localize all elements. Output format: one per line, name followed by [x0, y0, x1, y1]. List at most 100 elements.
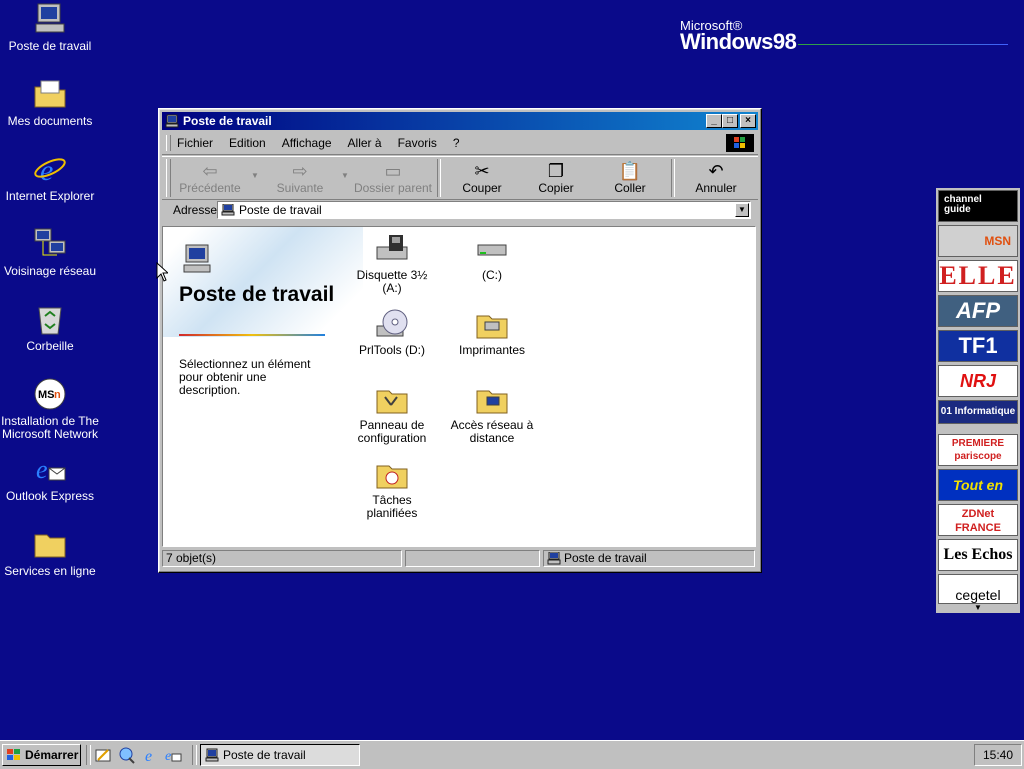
- item-dialup-networking[interactable]: Accès réseau à distance: [447, 383, 537, 445]
- channel-tout-en-ville[interactable]: Tout en ville: [938, 469, 1018, 501]
- desktop-icon-msn-setup[interactable]: MS n Installation de The Microsoft Networ…: [0, 377, 100, 441]
- menu-file[interactable]: Fichier: [177, 136, 213, 150]
- desktop-icon-network[interactable]: Voisinage réseau: [0, 227, 100, 278]
- task-button-label: Poste de travail: [223, 748, 306, 762]
- window-title: Poste de travail: [183, 114, 272, 128]
- minimize-button[interactable]: _: [706, 114, 722, 128]
- paste-button[interactable]: 📋 Coller: [593, 157, 667, 199]
- maximize-button[interactable]: □: [722, 114, 738, 128]
- undo-button[interactable]: ↶ Annuler: [679, 157, 753, 199]
- logo-line: [798, 44, 1008, 45]
- back-dropdown[interactable]: ▼: [247, 157, 263, 199]
- webview-title: Poste de travail: [179, 283, 335, 306]
- start-label: Démarrer: [25, 748, 79, 762]
- svg-text:n: n: [54, 389, 61, 401]
- menu-help[interactable]: ?: [453, 136, 460, 150]
- clock[interactable]: 15:40: [983, 748, 1013, 762]
- channel-les-echos[interactable]: Les Echos: [938, 539, 1018, 571]
- channel-label: TF1: [958, 333, 998, 358]
- menu-go[interactable]: Aller à: [348, 136, 382, 150]
- desktop-icon-label: Mes documents: [7, 114, 93, 128]
- desktop-icon-label: Installation de The Microsoft Network: [1, 414, 99, 441]
- item-cd-drive[interactable]: PrlTools (D:): [347, 308, 437, 357]
- undo-icon: ↶: [708, 161, 724, 181]
- forward-button[interactable]: ⇨ Suivante: [263, 157, 337, 199]
- toolbar-separator: [437, 159, 441, 197]
- start-button[interactable]: Démarrer: [2, 744, 81, 766]
- outlook-express-icon[interactable]: e: [164, 746, 182, 764]
- explorer-window[interactable]: Poste de travail _ □ × Fichier Edition A…: [158, 108, 762, 573]
- webview-description: Sélectionnez un élément pour obtenir une…: [179, 357, 311, 397]
- channel-cegetel[interactable]: cegetel: [938, 574, 1018, 604]
- floppy-drive-icon: [375, 233, 409, 265]
- channel-label: 01 Informatique: [940, 406, 1016, 417]
- desktop-icon-online-services[interactable]: Services en ligne: [0, 527, 100, 578]
- channel-bar: channel guide MSN ELLE AFP TF1 NRJ 01 In…: [936, 188, 1020, 613]
- item-floppy-drive[interactable]: Disquette 3½ (A:): [347, 233, 437, 295]
- address-bar: Adresse Poste de travail ▼: [162, 199, 758, 221]
- item-label: Tâches planifiées: [366, 493, 418, 520]
- status-location-label: Poste de travail: [564, 551, 647, 565]
- windows-flag-icon: [6, 748, 22, 762]
- show-desktop-icon[interactable]: [94, 746, 112, 764]
- channel-elle[interactable]: ELLE: [938, 260, 1018, 292]
- msn-icon: MS n: [33, 377, 67, 411]
- channel-msn[interactable]: MSN: [938, 225, 1018, 257]
- forward-dropdown[interactable]: ▼: [337, 157, 353, 199]
- channel-label: MSN: [984, 234, 1011, 248]
- channel-label: NRJ: [959, 371, 996, 391]
- undo-label: Annuler: [695, 181, 737, 195]
- internet-explorer-icon[interactable]: e: [142, 746, 160, 765]
- desktop-icon-my-documents[interactable]: Mes documents: [0, 77, 100, 128]
- channels-icon[interactable]: [118, 746, 136, 764]
- item-printers[interactable]: Imprimantes: [447, 308, 537, 357]
- webview-rule: [179, 334, 325, 336]
- item-hard-drive[interactable]: (C:): [447, 233, 537, 282]
- channel-afp[interactable]: AFP: [938, 295, 1018, 327]
- cut-button[interactable]: ✂ Couper: [445, 157, 519, 199]
- close-button[interactable]: ×: [740, 114, 756, 128]
- channel-zdnet[interactable]: ZDNet FRANCE: [938, 504, 1018, 536]
- channel-nrj[interactable]: NRJ: [938, 365, 1018, 397]
- task-button-my-computer[interactable]: Poste de travail: [200, 744, 360, 766]
- channel-label: Les Echos: [943, 546, 1013, 563]
- address-value: Poste de travail: [239, 203, 322, 217]
- menubar-grip[interactable]: [166, 135, 171, 151]
- menu-edit[interactable]: Edition: [229, 136, 266, 150]
- desktop-icon-label: Voisinage réseau: [3, 264, 97, 278]
- cd-drive-icon: [375, 308, 409, 340]
- up-button[interactable]: ▭ Dossier parent: [353, 157, 433, 199]
- menu-view[interactable]: Affichage: [282, 136, 332, 150]
- desktop-icon-outlook-express[interactable]: e Outlook Express: [0, 452, 100, 503]
- toolbar-grip[interactable]: [166, 159, 171, 197]
- desktop-icon-label: Services en ligne: [4, 564, 96, 578]
- item-scheduled-tasks[interactable]: Tâches planifiées: [347, 458, 437, 520]
- network-icon: [33, 227, 67, 261]
- channel-01-informatique[interactable]: 01 Informatique: [938, 400, 1018, 424]
- address-dropdown-button[interactable]: ▼: [735, 203, 749, 217]
- address-field[interactable]: Poste de travail ▼: [217, 201, 751, 219]
- address-label: Adresse: [173, 203, 218, 217]
- copy-button[interactable]: ❐ Copier: [519, 157, 593, 199]
- toolbar: ⇦ Précédente ▼ ⇨ Suivante ▼ ▭ Dossier pa…: [162, 156, 758, 200]
- desktop-icon-internet-explorer[interactable]: e Internet Explorer: [0, 152, 100, 203]
- clipboard-icon: 📋: [618, 161, 642, 181]
- computer-icon: [181, 243, 213, 275]
- channel-premiere[interactable]: PREMIERE pariscope: [938, 434, 1018, 466]
- channel-label: PREMIERE pariscope: [951, 438, 1005, 462]
- channel-guide-button[interactable]: channel guide: [938, 190, 1018, 222]
- title-bar[interactable]: Poste de travail _ □ ×: [162, 112, 758, 130]
- channel-tf1[interactable]: TF1: [938, 330, 1018, 362]
- desktop-icon-recycle-bin[interactable]: Corbeille: [0, 302, 100, 353]
- item-label: Imprimantes: [458, 343, 526, 357]
- channel-label: Tout en ville: [952, 477, 1004, 493]
- printers-folder-icon: [475, 308, 509, 340]
- desktop-icon-my-computer[interactable]: Poste de travail: [0, 2, 100, 53]
- desktop-icon-label: Corbeille: [26, 339, 74, 353]
- channel-scroll-down-icon[interactable]: ▼: [974, 603, 982, 612]
- item-control-panel[interactable]: Panneau de configuration: [347, 383, 437, 445]
- menu-favorites[interactable]: Favoris: [398, 136, 437, 150]
- folder-icon: [33, 527, 67, 561]
- system-tray: 15:40: [974, 744, 1022, 766]
- back-button[interactable]: ⇦ Précédente: [173, 157, 247, 199]
